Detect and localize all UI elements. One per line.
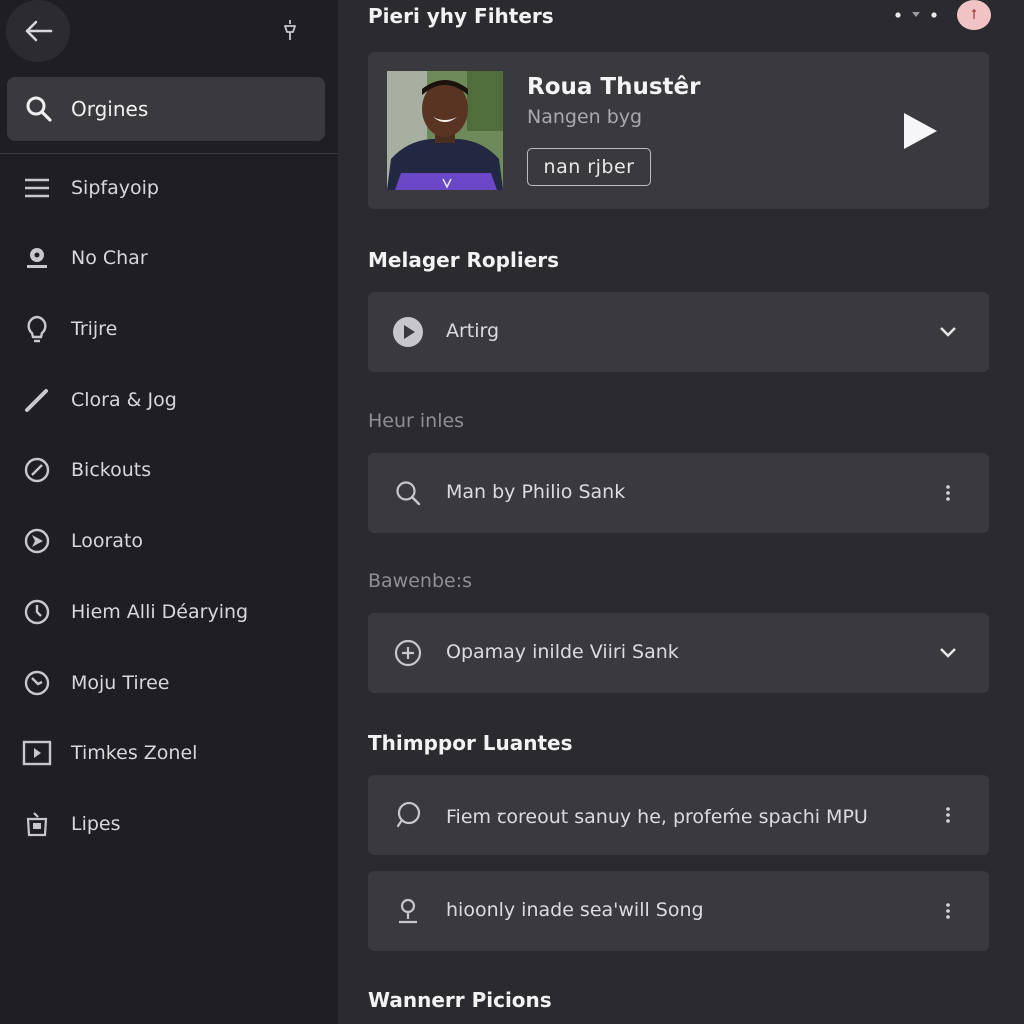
dropdown-row[interactable]: Artirg	[368, 292, 989, 372]
add-circle-icon	[392, 637, 424, 669]
row-label: hioonly inade sea'will Song	[446, 899, 704, 921]
sidebar-item-6[interactable]: Loorato	[0, 513, 338, 569]
page-title: Pieri yhy Fihters	[368, 4, 554, 28]
more-vertical-icon[interactable]	[932, 899, 964, 923]
dropdown-row[interactable]: Opamay inilde Viiri Sank	[368, 613, 989, 693]
more-vertical-icon[interactable]	[932, 803, 964, 827]
back-button[interactable]	[6, 0, 70, 62]
sidebar-item-label: Moju Tiree	[71, 672, 170, 694]
user-badge-icon	[22, 243, 52, 273]
chevron-down-icon[interactable]	[932, 641, 964, 665]
list-item[interactable]: hioonly inade sea'will Song	[368, 871, 989, 951]
video-icon	[22, 738, 52, 768]
sidebar-item-10[interactable]: Lipes	[0, 796, 338, 852]
artist-name: Roua Thustêr	[527, 74, 701, 100]
artist-subtitle: Nangen byg	[527, 106, 643, 128]
pen-icon	[22, 385, 52, 415]
section-title: Melager Ropliers	[368, 248, 560, 272]
sidebar-item-label: Hiem Alli Déarying	[71, 601, 249, 623]
divider	[0, 153, 338, 154]
row-label: Opamay inilde Viiri Sank	[446, 641, 679, 663]
sidebar-item-1[interactable]: Sipfayoip	[0, 160, 338, 216]
pin-button[interactable]	[276, 14, 304, 46]
sidebar-search[interactable]: Orgines	[7, 77, 325, 141]
sidebar-item-9[interactable]: Timkes Zonel	[0, 725, 338, 781]
sidebar-search-label: Orgines	[71, 97, 149, 121]
section-subtitle: Heur inles	[368, 410, 465, 432]
sidebar-item-8[interactable]: Moju Tiree	[0, 655, 338, 711]
hero-card[interactable]: Roua Thustêr Nangen byg nan rjber	[368, 52, 989, 209]
sidebar-item-label: Lipes	[71, 813, 121, 835]
more-horizontal-icon[interactable]	[894, 6, 942, 24]
sidebar-item-5[interactable]: Bickouts	[0, 442, 338, 498]
arrow-left-icon	[25, 20, 53, 42]
sidebar-item-label: Clora & Jog	[71, 389, 177, 411]
sidebar-item-label: No Char	[71, 247, 148, 269]
block-icon	[22, 455, 52, 485]
follow-button[interactable]: nan rjber	[527, 148, 651, 186]
chevron-down-icon[interactable]	[932, 320, 964, 344]
row-label: Fiem ꞇoreout sanuy he, profeḿe spachi MP…	[446, 806, 868, 828]
sidebar-item-3[interactable]: Trijre	[0, 301, 338, 357]
more-vertical-icon[interactable]	[932, 481, 964, 505]
row-label: Man by Philio Sank	[446, 481, 626, 503]
pin-icon	[284, 20, 296, 40]
sidebar-item-2[interactable]: No Char	[0, 230, 338, 286]
sidebar-item-label: Sipfayoip	[71, 177, 159, 199]
main-content: Pieri yhy Fihters ꝉ Roua Thustêr Nangen …	[338, 0, 1024, 1024]
search-icon	[392, 477, 424, 509]
bulb-icon	[22, 314, 52, 344]
search-icon	[26, 96, 52, 122]
history-icon	[22, 668, 52, 698]
pin-icon	[392, 895, 424, 927]
compass-icon	[22, 526, 52, 556]
clock-icon	[22, 597, 52, 627]
shop-icon	[22, 809, 52, 839]
section-title: Thimppor Luantes	[368, 731, 573, 755]
sidebar-item-label: Trijre	[71, 318, 118, 340]
chat-icon	[392, 799, 424, 831]
artist-photo	[387, 71, 503, 190]
sidebar-item-label: Bickouts	[71, 459, 152, 481]
section-title: Wannerr Picions	[368, 988, 552, 1012]
section-subtitle: Bawenbe:s	[368, 570, 472, 592]
avatar[interactable]: ꝉ	[957, 0, 991, 30]
sidebar-item-7[interactable]: Hiem Alli Déarying	[0, 584, 338, 640]
sidebar-item-label: Loorato	[71, 530, 144, 552]
list-item[interactable]: Man by Philio Sank	[368, 453, 989, 533]
row-label: Artirg	[446, 320, 500, 342]
play-icon[interactable]	[900, 110, 940, 152]
sidebar-item-4[interactable]: Clora & Jog	[0, 372, 338, 428]
menu-icon	[22, 173, 52, 203]
sidebar-item-label: Timkes Zonel	[71, 742, 198, 764]
play-circle-icon	[392, 316, 424, 348]
sidebar: Orgines Sipfayoip No Char Trijre Clora &…	[0, 0, 338, 1024]
list-item[interactable]: Fiem ꞇoreout sanuy he, profeḿe spachi MP…	[368, 775, 989, 855]
